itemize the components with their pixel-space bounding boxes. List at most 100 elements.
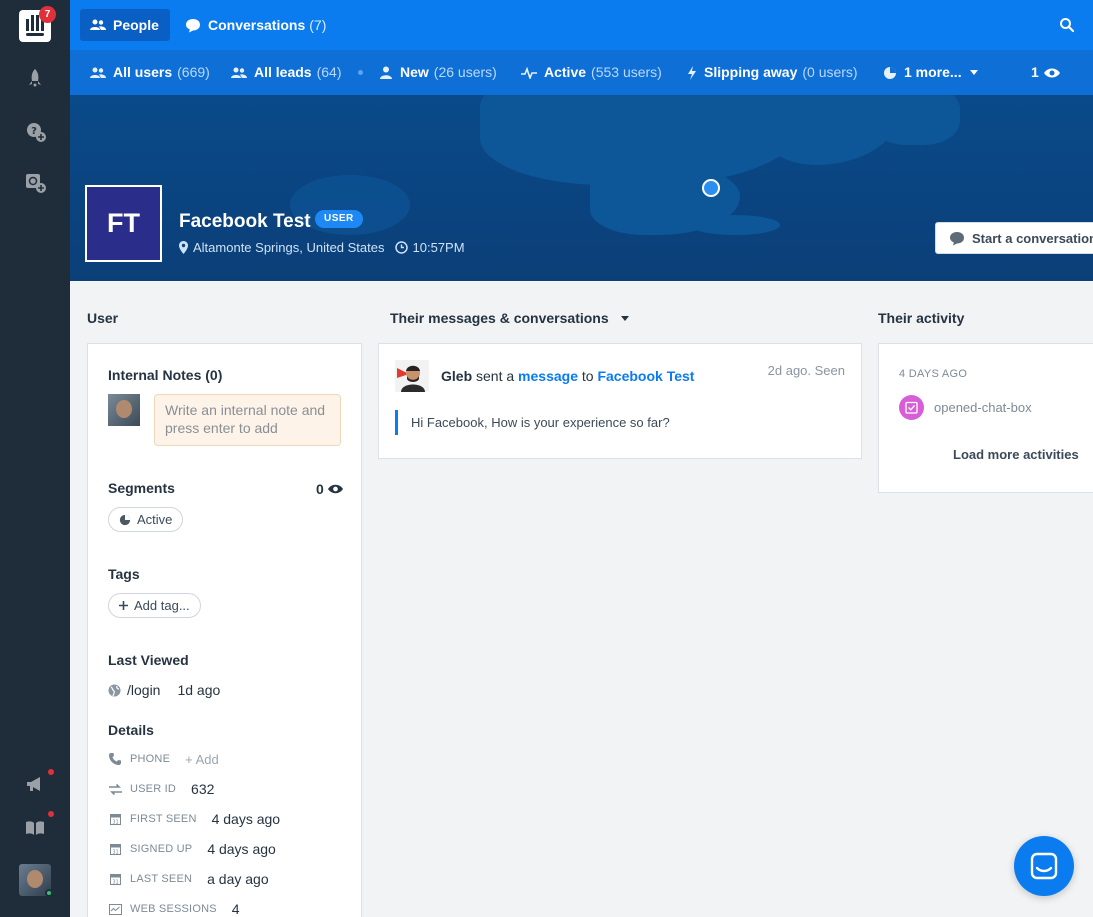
segment-pill-active[interactable]: Active [108,507,184,532]
segments-count[interactable]: 0 [316,481,343,497]
people-icon [90,67,106,79]
activity-date-label: 4 DAYS AGO [899,368,968,380]
internal-note-input[interactable]: Write an internal note and press enter t… [154,394,341,446]
chat-box-event-icon [899,395,924,420]
location-marker [702,179,720,197]
detail-label: WEB SESSIONS [130,903,217,915]
start-conversation-label: Start a conversation [972,230,1093,246]
message-time: 2d ago. Seen [767,363,845,378]
internal-notes-title: Internal Notes (0) [108,367,223,383]
svg-text:31: 31 [112,880,118,886]
message-verb: sent a [476,368,515,384]
message-recipient-link[interactable]: Facebook Test [597,368,694,384]
view-count[interactable]: 1 [1031,50,1060,95]
message-sender: Gleb [441,368,473,384]
segment-label: Active [544,64,587,80]
person-icon [379,66,393,79]
segment-count: (553 users) [591,64,662,80]
bolt-icon [687,65,697,80]
add-tag-label: Add tag... [134,598,190,613]
user-column-title: User [87,310,119,326]
message-link[interactable]: message [518,368,578,384]
detail-value: 632 [191,781,215,797]
separator-dot [358,70,363,75]
segment-all-users[interactable]: All users (669) [90,50,210,95]
add-tag-button[interactable]: Add tag... [108,593,201,618]
messenger-launcher-button[interactable] [1014,836,1074,896]
segment-count: (669) [177,64,210,80]
map-pin-icon [179,241,188,254]
top-navigation: People Conversations (7) [70,0,1093,50]
load-more-activities-button[interactable]: Load more activities [953,447,1079,462]
detail-label: FIRST SEEN [130,813,197,825]
last-viewed-title: Last Viewed [108,652,189,668]
start-conversation-button[interactable]: Start a conversation [935,222,1093,254]
pulse-icon [521,66,537,79]
book-icon[interactable] [24,817,46,839]
rocket-icon[interactable] [24,67,46,89]
segment-active[interactable]: Active (553 users) [521,50,662,95]
pie-icon [119,514,131,526]
messenger-icon [1029,851,1059,881]
messages-column-title[interactable]: Their messages & conversations [390,310,629,326]
eye-icon [1043,68,1060,78]
svg-text:31: 31 [112,850,118,856]
activity-event-name: opened-chat-box [934,400,1032,415]
detail-row-first-seen: 31 FIRST SEEN 4 days ago [108,809,280,829]
segment-slipping-away[interactable]: Slipping away (0 users) [687,50,858,95]
add-phone-link[interactable]: + Add [185,752,219,767]
search-add-icon[interactable] [24,172,46,194]
user-avatar: FT [85,185,162,262]
segment-count: (0 users) [802,64,858,80]
segment-new[interactable]: New (26 users) [379,50,497,95]
user-meta: Altamonte Springs, United States 10:57PM [179,240,465,255]
message-summary: Gleb sent a message to Facebook Test [441,368,694,384]
detail-row-web-sessions: WEB SESSIONS 4 [108,899,240,917]
segments-title: Segments [108,480,175,496]
detail-value: a day ago [207,871,269,887]
megaphone-alert-dot [48,769,54,775]
svg-text:?: ? [31,126,37,137]
clock-icon [394,241,408,254]
segment-bar: All users (669) All leads (64) New (26 u… [70,50,1093,95]
left-rail: 7 ? [0,0,70,917]
globe-icon [108,684,121,697]
segment-label: 1 more... [904,64,962,80]
detail-label: PHONE [130,753,171,765]
tags-title: Tags [108,566,140,582]
help-add-icon[interactable]: ? [24,121,46,143]
segment-count: (64) [316,64,342,80]
detail-value: 4 days ago [211,811,281,827]
messages-title-label: Their messages & conversations [390,310,609,326]
map-landmass [870,95,960,145]
calendar-icon: 31 [108,873,122,885]
browser-icon [108,903,122,915]
tab-label: People [113,17,159,33]
user-name: Facebook Test [179,211,311,232]
tab-people[interactable]: People [80,9,170,41]
detail-label: SIGNED UP [130,843,193,855]
profile-content: User Their messages & conversations Thei… [70,281,1093,917]
user-local-time: 10:57PM [412,240,465,255]
calendar-icon: 31 [108,813,122,825]
people-icon [231,67,247,79]
eye-icon [327,484,343,494]
phone-icon [108,753,122,765]
detail-row-signed-up: 31 SIGNED UP 4 days ago [108,839,276,859]
segment-all-leads[interactable]: All leads (64) [231,50,342,95]
detail-label: LAST SEEN [130,873,193,885]
conversation-card[interactable]: Gleb sent a message to Facebook Test 2d … [378,343,862,459]
segment-more-dropdown[interactable]: 1 more... [883,50,978,95]
chat-bubble-icon [185,18,201,33]
details-title: Details [108,722,154,738]
caret-down-icon [969,70,978,75]
megaphone-icon[interactable] [24,773,46,795]
activity-card: 4 DAYS AGO opened-chat-box Load more act… [878,343,1093,493]
caret-down-icon [620,315,629,321]
search-icon[interactable] [1059,17,1075,33]
last-viewed-time: 1d ago [177,682,221,698]
last-viewed-path[interactable]: /login [127,682,160,698]
tab-conversations[interactable]: Conversations (7) [175,9,337,41]
detail-value: 4 [231,901,240,917]
tab-count: (7) [309,17,327,33]
